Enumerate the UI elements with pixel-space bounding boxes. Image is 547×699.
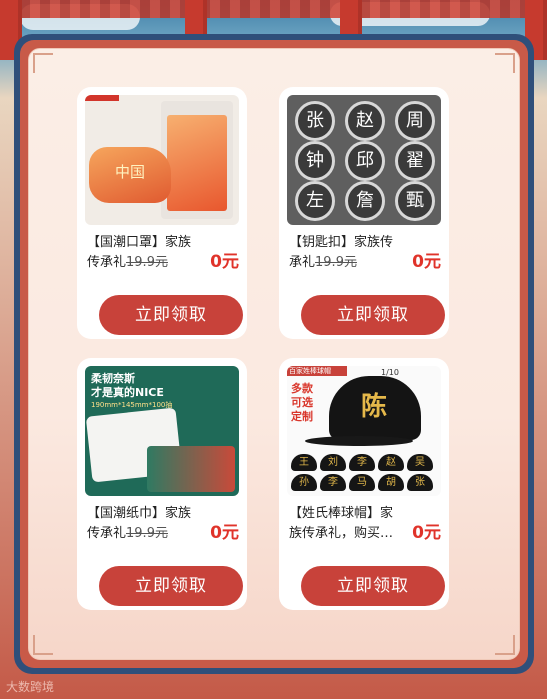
tissue-package [147,446,235,492]
keychain-item: 钟 [295,141,335,181]
title-line-2-text: 传承礼 [87,255,127,270]
corner-ornament [495,53,515,73]
corner-ornament [33,53,53,73]
title-line-1: 【国潮口罩】家族 [87,235,192,250]
cap-variant: 李 [320,474,346,491]
keychain-item: 周 [395,101,435,141]
product-card-keychain[interactable]: 张赵周钟邱翟左詹甄 【钥匙扣】家族传 承礼19.9元 0元 立即领取 [279,87,449,339]
cap-big-char: 陈 [361,392,388,422]
price: 0元 [210,523,239,543]
cap-variant: 刘 [320,454,346,471]
claim-button[interactable]: 立即领取 [301,566,445,606]
mask-package [161,101,233,219]
keychain-item: 张 [295,101,335,141]
product-card-mask[interactable]: 中国 【国潮口罩】家族 传承礼19.9元 0元 立即领取 [77,87,247,339]
product-card-tissue[interactable]: 柔韧奈斯 才是真的NICE 190mm*145mm*100抽 【国潮纸巾】家族 … [77,358,247,610]
cap-banner: 百家姓棒球帽 [287,366,347,376]
cap-variant: 王 [291,454,317,471]
cap-variant: 张 [407,474,433,491]
original-price: 19.9元 [126,526,168,541]
product-card-cap[interactable]: 百家姓棒球帽 多款 可选 定制 1/10 陈 王刘李赵吴孙李马胡张 【姓氏棒球帽… [279,358,449,610]
keychain-item: 邱 [345,141,385,181]
mask-product-image: 中国 [85,95,239,225]
keychain-item: 左 [295,181,335,221]
keychain-product-image: 张赵周钟邱翟左詹甄 [287,95,441,225]
cap-variant: 赵 [378,454,404,471]
title-line-2-text: 承礼 [289,255,316,270]
corner-ornament [495,635,515,655]
keychain-item: 甄 [395,181,435,221]
keychain-item: 赵 [345,101,385,141]
title-line-2: 族传承礼，购买… [289,524,401,544]
keychain-grid: 张赵周钟邱翟左詹甄 [291,101,437,221]
claim-button[interactable]: 立即领取 [99,295,243,335]
title-line-1: 【钥匙扣】家族传 [289,235,394,250]
cap-product-image: 百家姓棒球帽 多款 可选 定制 1/10 陈 王刘李赵吴孙李马胡张 [287,366,441,496]
cap-illustration: 陈 [329,376,421,440]
cap-brim [305,436,413,446]
product-title: 【姓氏棒球帽】家 族传承礼，购买… [289,504,401,544]
product-title: 【国潮纸巾】家族 传承礼19.9元 [87,504,199,544]
corner-tag [85,95,119,101]
price: 0元 [412,252,441,272]
title-line-1: 【国潮纸巾】家族 [87,506,192,521]
product-title: 【国潮口罩】家族 传承礼19.9元 [87,233,199,273]
keychain-item: 詹 [345,181,385,221]
original-price: 19.9元 [126,255,168,270]
cap-tag-3: 定制 [291,410,313,423]
title-line-1: 【姓氏棒球帽】家 [289,506,394,521]
watermark: 大数跨境 [6,680,55,694]
roof-decoration [0,0,547,18]
original-price: 19.9元 [315,255,357,270]
cap-variant: 吴 [407,454,433,471]
price: 0元 [412,523,441,543]
claim-button[interactable]: 立即领取 [301,295,445,335]
title-line-2: 传承礼19.9元 [87,524,199,544]
title-line-2-text: 传承礼 [87,526,127,541]
title-line-2: 传承礼19.9元 [87,253,199,273]
tissue-product-image: 柔韧奈斯 才是真的NICE 190mm*145mm*100抽 [85,366,239,496]
cap-variant: 胡 [378,474,404,491]
title-line-2: 承礼19.9元 [289,253,401,273]
cap-variant: 马 [349,474,375,491]
title-line-2-text: 族传承礼，购买… [289,526,394,541]
corner-ornament [33,635,53,655]
tissue-ad-line2: 才是真的NICE [91,386,164,399]
claim-button[interactable]: 立即领取 [99,566,243,606]
price: 0元 [210,252,239,272]
package-print [167,115,227,211]
mask-illustration: 中国 [89,147,171,203]
mask-text: 中国 [115,163,146,181]
cap-variant: 李 [349,454,375,471]
product-title: 【钥匙扣】家族传 承礼19.9元 [289,233,401,273]
cap-variant-grid: 王刘李赵吴孙李马胡张 [291,454,437,494]
cap-variant: 孙 [291,474,317,491]
keychain-item: 翟 [395,141,435,181]
